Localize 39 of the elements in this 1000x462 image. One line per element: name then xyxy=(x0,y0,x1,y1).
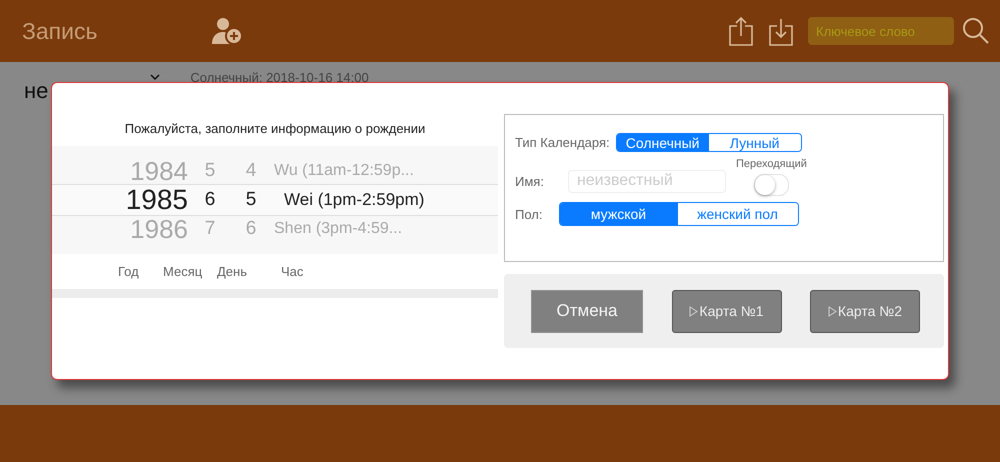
gender-option[interactable]: мужской xyxy=(560,203,678,225)
add-person-icon[interactable] xyxy=(210,16,244,46)
year-value[interactable]: 1984 xyxy=(130,158,188,184)
column-label: Месяц xyxy=(163,264,204,279)
dialog-prompt: Пожалуйста, заполните информацию о рождении xyxy=(124,121,426,136)
column-label: День xyxy=(217,264,248,279)
day-value[interactable]: 6 xyxy=(232,218,270,240)
hour-value[interactable]: Wei (1pm-2:59pm) xyxy=(270,190,498,210)
column-label: Год xyxy=(118,264,140,279)
page-title: Запись xyxy=(22,18,98,44)
download-icon[interactable] xyxy=(768,16,794,46)
chart-button[interactable]: Карта №2 xyxy=(810,290,920,332)
calendar-label: Тип Календаря: xyxy=(515,135,610,150)
search-icon[interactable] xyxy=(962,17,990,45)
year-value[interactable]: 1986 xyxy=(130,216,188,242)
name-value: не xyxy=(24,78,48,104)
month-value[interactable]: 6 xyxy=(188,189,232,211)
share-icon[interactable] xyxy=(728,16,754,46)
calendar-type-option[interactable]: Солнечный xyxy=(616,134,709,151)
play-icon xyxy=(828,306,837,316)
leap-month-label: Переходящий xyxy=(736,158,807,170)
day-value[interactable]: 4 xyxy=(232,160,270,182)
gender-label: Пол: xyxy=(515,206,542,222)
date-text: Солнечный: 2018-10-16 14:00 xyxy=(190,70,369,85)
hour-value[interactable]: Wu (11am-12:59p... xyxy=(270,162,498,180)
date-picker[interactable]: 1984 5 4 Wu (11am-12:59p... 1985 6 5 Wei (1pm-2:59pm) 1986 7 6 Shen (3pm-4:59... xyxy=(52,146,498,254)
leap-month-toggle[interactable] xyxy=(754,174,789,196)
chart-button[interactable]: Карта №1 xyxy=(672,290,782,332)
month-value[interactable]: 5 xyxy=(188,160,232,182)
name-label: Имя: xyxy=(515,174,544,188)
month-value[interactable]: 7 xyxy=(188,218,232,240)
column-label: Час xyxy=(281,264,304,279)
play-icon xyxy=(689,306,698,316)
day-value[interactable]: 5 xyxy=(232,189,270,211)
chevron-icon xyxy=(150,74,160,81)
year-value[interactable]: 1985 xyxy=(126,186,188,214)
search-field[interactable]: Ключевое слово xyxy=(808,17,954,45)
hour-value[interactable]: Shen (3pm-4:59... xyxy=(270,220,498,238)
cancel-button[interactable]: Отмена xyxy=(531,290,643,332)
